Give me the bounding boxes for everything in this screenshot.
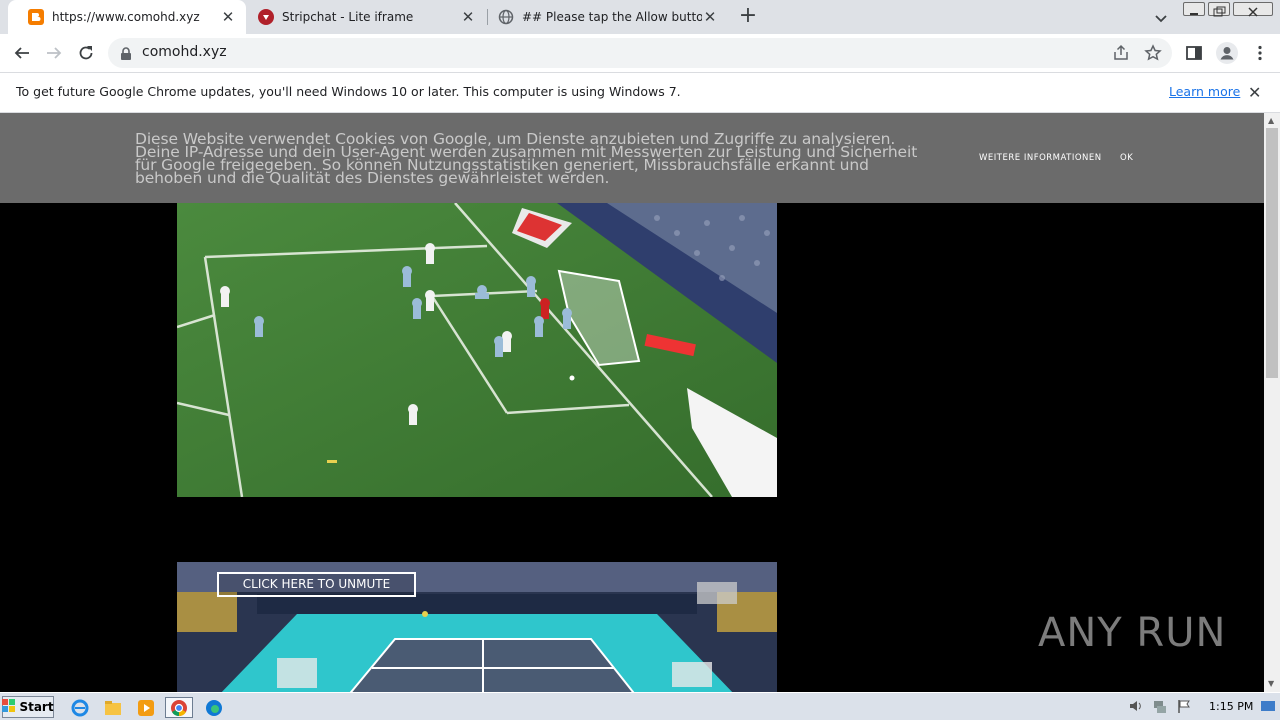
- page-content: CLICK HERE TO UNMUTE Diese Website verwe…: [0, 113, 1264, 692]
- close-window-icon[interactable]: [1233, 2, 1273, 17]
- tab-title: ## Please tap the Allow button to c: [522, 10, 702, 24]
- ie-icon[interactable]: [66, 697, 94, 718]
- reload-icon[interactable]: [74, 41, 98, 65]
- volume-icon[interactable]: [1128, 698, 1144, 714]
- football-frame-image: [177, 203, 777, 497]
- tab-title: Stripchat - Lite iframe: [282, 10, 414, 24]
- windows-taskbar: Start 1:15 PM: [0, 692, 1280, 720]
- side-panel-icon[interactable]: [1184, 43, 1204, 63]
- address-bar[interactable]: comohd.xyz: [108, 38, 1172, 68]
- tab-comohd[interactable]: https://www.comohd.xyz ✕: [8, 0, 246, 34]
- start-button[interactable]: Start: [2, 696, 54, 718]
- network-icon[interactable]: [1152, 698, 1168, 714]
- tab-allow[interactable]: ## Please tap the Allow button to c ✕: [488, 0, 728, 34]
- media-player-icon[interactable]: [132, 697, 160, 718]
- show-desktop-icon[interactable]: [1260, 698, 1276, 714]
- new-tab-button[interactable]: +: [737, 5, 759, 28]
- update-infobar: To get future Google Chrome updates, you…: [0, 72, 1280, 113]
- chrome-icon[interactable]: [165, 697, 193, 718]
- close-tab-icon[interactable]: ✕: [702, 9, 718, 25]
- unmute-button[interactable]: CLICK HERE TO UNMUTE: [217, 572, 416, 597]
- url-text[interactable]: comohd.xyz: [142, 44, 227, 60]
- infobar-message: To get future Google Chrome updates, you…: [16, 84, 681, 99]
- cookie-consent-banner: Diese Website verwendet Cookies von Goog…: [0, 113, 1264, 203]
- close-tab-icon[interactable]: ✕: [220, 9, 236, 25]
- toolbar: comohd.xyz: [0, 34, 1280, 72]
- globe-icon: [498, 9, 514, 25]
- scrollbar-thumb[interactable]: [1266, 128, 1278, 378]
- restore-icon[interactable]: [1208, 2, 1230, 17]
- learn-more-link[interactable]: Learn more: [1169, 84, 1240, 99]
- bookmark-star-icon[interactable]: [1144, 44, 1162, 62]
- stripchat-icon: [258, 9, 274, 25]
- video-player-tennis[interactable]: CLICK HERE TO UNMUTE: [177, 562, 777, 692]
- start-label: Start: [19, 700, 54, 714]
- anyrun-watermark: ANY RUN: [1038, 610, 1227, 656]
- scroll-up-icon[interactable]: ▲: [1268, 116, 1274, 125]
- tab-title: https://www.comohd.xyz: [52, 10, 200, 24]
- share-icon[interactable]: [1112, 44, 1130, 62]
- profile-avatar-icon[interactable]: [1215, 41, 1239, 65]
- close-infobar-icon[interactable]: ✕: [1248, 83, 1261, 102]
- lock-icon[interactable]: [120, 46, 132, 65]
- tab-search-icon[interactable]: [1152, 9, 1170, 27]
- more-info-button[interactable]: WEITERE INFORMATIONEN: [979, 153, 1102, 163]
- windows-logo-icon: [2, 698, 16, 716]
- edge-icon[interactable]: [200, 697, 228, 718]
- vertical-scrollbar[interactable]: ▲ ▼: [1264, 113, 1280, 692]
- tab-strip: https://www.comohd.xyz ✕ Stripchat - Lit…: [0, 0, 1280, 34]
- action-center-flag-icon[interactable]: [1176, 698, 1192, 714]
- explorer-folder-icon[interactable]: [99, 697, 127, 718]
- menu-kebab-icon[interactable]: [1250, 43, 1270, 63]
- scroll-down-icon[interactable]: ▼: [1268, 679, 1274, 688]
- blogger-icon: [28, 9, 44, 25]
- video-player-football[interactable]: [177, 203, 777, 497]
- close-tab-icon[interactable]: ✕: [460, 9, 476, 25]
- taskbar-clock[interactable]: 1:15 PM: [1209, 700, 1253, 713]
- forward-icon[interactable]: [42, 41, 66, 65]
- tab-stripchat[interactable]: Stripchat - Lite iframe ✕: [246, 0, 486, 34]
- minimize-icon[interactable]: [1183, 2, 1205, 16]
- back-icon[interactable]: [10, 41, 34, 65]
- cookie-text: Diese Website verwendet Cookies von Goog…: [135, 130, 918, 187]
- ok-button[interactable]: OK: [1120, 153, 1133, 163]
